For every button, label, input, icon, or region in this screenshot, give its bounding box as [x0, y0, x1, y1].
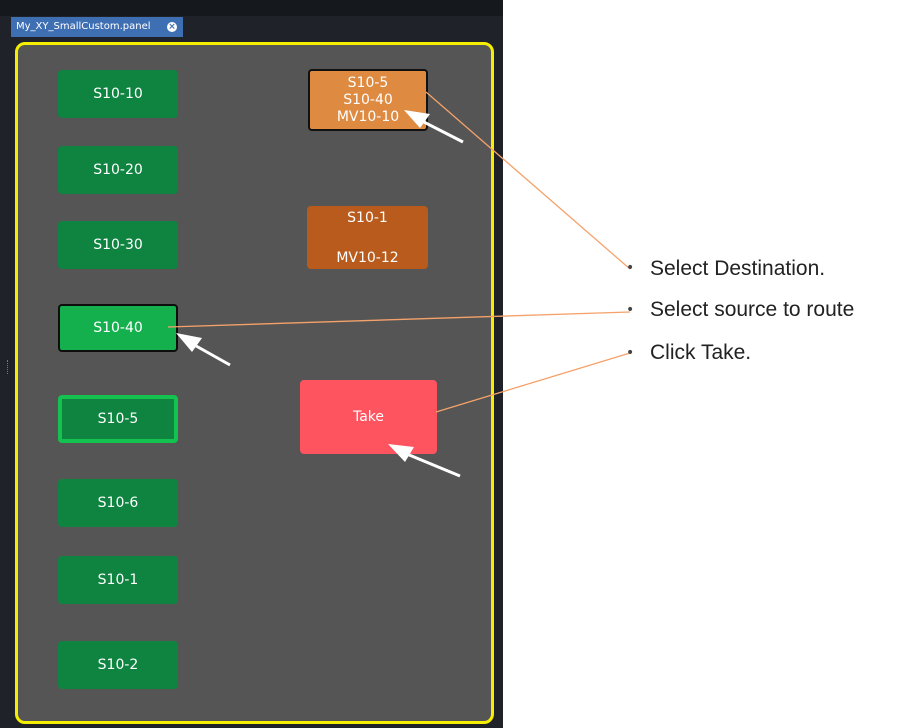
- resize-grip[interactable]: [7, 360, 10, 374]
- top-toolbar: [0, 0, 503, 16]
- callout-select-source: Select source to route: [650, 298, 855, 321]
- destination-line: S10-40: [343, 91, 393, 108]
- take-button[interactable]: Take: [300, 380, 437, 454]
- source-button-s10-1[interactable]: S10-1: [58, 556, 178, 604]
- source-button-s10-6[interactable]: S10-6: [58, 479, 178, 527]
- destination-line: S10-1: [347, 210, 388, 226]
- bullet: •: [626, 345, 635, 361]
- callout-click-take: Click Take.: [650, 341, 752, 364]
- source-button-s10-20[interactable]: S10-20: [58, 146, 178, 194]
- close-icon[interactable]: ×: [167, 22, 177, 32]
- bullet: •: [626, 260, 635, 276]
- source-button-s10-2[interactable]: S10-2: [58, 641, 178, 689]
- source-button-s10-10[interactable]: S10-10: [58, 70, 178, 118]
- tab-panel-file[interactable]: My_XY_SmallCustom.panel ×: [11, 17, 183, 37]
- bullet: •: [626, 302, 635, 318]
- destination-button-1[interactable]: S10-5 S10-40 MV10-10: [308, 69, 428, 131]
- destination-line: MV10-10: [336, 108, 400, 125]
- destination-button-2[interactable]: S10-1 MV10-12: [307, 206, 428, 269]
- panel-window: My_XY_SmallCustom.panel × S10-10 S10-20 …: [0, 0, 503, 728]
- source-button-s10-30[interactable]: S10-30: [58, 221, 178, 269]
- tab-label: My_XY_SmallCustom.panel: [16, 21, 151, 32]
- source-button-s10-5[interactable]: S10-5: [58, 395, 178, 443]
- destination-line: S10-5: [347, 74, 389, 91]
- callout-select-destination: Select Destination.: [650, 257, 826, 280]
- destination-line: MV10-12: [336, 250, 399, 266]
- source-button-s10-40[interactable]: S10-40: [58, 304, 178, 352]
